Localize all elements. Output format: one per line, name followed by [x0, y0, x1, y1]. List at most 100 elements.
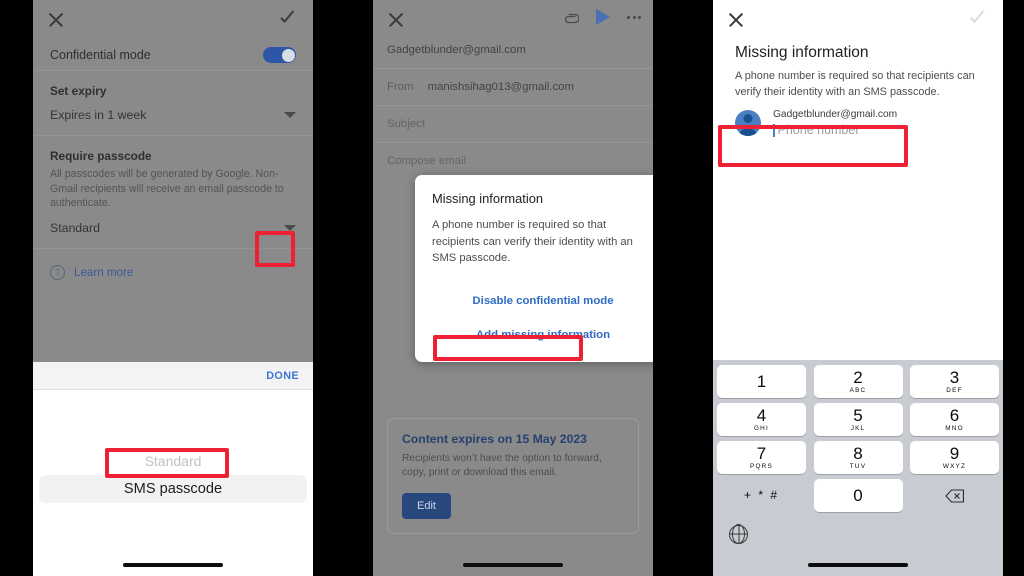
divider [33, 70, 313, 71]
key-2[interactable]: 2 ABC [813, 365, 903, 398]
key-digit: 3 [949, 368, 960, 387]
check-icon[interactable] [279, 11, 299, 27]
missing-information-dialog: Missing information A phone number is re… [415, 175, 653, 362]
keypad-row-1: 1 2 ABC 3 DEF [713, 365, 1003, 398]
key-3[interactable]: 3 DEF [910, 365, 999, 398]
key-letters: TUV [849, 463, 867, 470]
screenshot-stage: Confidential mode Set expiry Expires in … [0, 0, 1024, 576]
picker-option-sms-passcode[interactable]: SMS passcode [39, 475, 307, 503]
key-digit: 6 [949, 406, 960, 425]
passcode-picker-sheet: DONE Standard SMS passcode [33, 362, 313, 576]
from-value: manishsihag013@gmail.com [427, 81, 574, 93]
picker-toolbar: DONE [33, 362, 313, 390]
key-letters: ABC [849, 387, 867, 394]
key-digit: 9 [949, 444, 960, 463]
key-9[interactable]: 9 WXYZ [910, 441, 999, 474]
require-passcode-row[interactable]: Standard [33, 211, 313, 248]
picker-done-button[interactable]: DONE [266, 370, 299, 382]
edit-button[interactable]: Edit [402, 493, 451, 519]
key-5[interactable]: 5 JKL [813, 403, 903, 436]
compose-body-placeholder: Compose email [387, 155, 467, 167]
contact-row[interactable]: Gadgetblunder@gmail.com Phone number [713, 100, 1003, 137]
dialog-actions: Disable confidential mode Add missing in… [432, 289, 653, 347]
compose-body-field[interactable]: Compose email [373, 143, 653, 179]
send-icon[interactable] [596, 9, 610, 25]
close-icon[interactable] [387, 11, 405, 29]
divider [33, 135, 313, 136]
key-8[interactable]: 8 TUV [813, 441, 903, 474]
home-indicator [123, 563, 223, 567]
phone-number-input[interactable]: Phone number [773, 123, 897, 137]
close-icon[interactable] [47, 11, 65, 29]
key-6[interactable]: 6 MNO [910, 403, 999, 436]
contact-details: Gadgetblunder@gmail.com Phone number [773, 109, 897, 137]
confidential-mode-row[interactable]: Confidential mode [33, 40, 313, 70]
key-letters: DEF [946, 387, 963, 394]
key-symbols-label: + * # [743, 488, 780, 502]
require-passcode-description: All passcodes will be generated by Googl… [50, 168, 284, 209]
globe-ellipse [732, 524, 745, 544]
key-backspace[interactable] [910, 479, 999, 512]
overflow-menu-icon[interactable] [627, 15, 641, 19]
help-glyph: ? [55, 267, 60, 277]
set-expiry-row[interactable]: Expires in 1 week [33, 98, 313, 135]
picker-selected-label: SMS passcode [123, 481, 223, 497]
expiry-card-title: Content expires on 15 May 2023 [402, 432, 587, 446]
dialog-title: Missing information [432, 191, 544, 206]
phone-number-placeholder: Phone number [777, 123, 860, 137]
recipient-value: Gadgetblunder@gmail.com [387, 44, 526, 56]
require-passcode-title: Require passcode [50, 149, 152, 163]
globe-language-icon[interactable] [729, 524, 748, 544]
keypad-bottom-row [713, 517, 1003, 551]
page-subtitle: A phone number is required so that recip… [735, 70, 975, 98]
disable-confidential-mode-button[interactable]: Disable confidential mode [432, 289, 653, 313]
key-letters: GHI [754, 425, 769, 432]
dialog-text: A phone number is required so that recip… [432, 219, 633, 264]
learn-more-label: Learn more [74, 265, 134, 279]
require-passcode-value: Standard [50, 220, 100, 235]
chevron-down-icon[interactable] [284, 112, 296, 118]
from-field[interactable]: From manishsihag013@gmail.com [373, 69, 653, 106]
key-digit: 8 [853, 444, 863, 463]
key-7[interactable]: 7 PQRS [717, 441, 806, 474]
picker-option-standard[interactable]: Standard [33, 453, 313, 469]
avatar-head [743, 114, 753, 123]
recipient-field[interactable]: Gadgetblunder@gmail.com [373, 32, 653, 69]
contact-email: Gadgetblunder@gmail.com [773, 109, 898, 120]
numeric-keypad: 1 2 ABC 3 DEF 4 GHI 5 JKL 6 MNO 7 PQRS 8 TUV 9W… [713, 360, 1003, 576]
panel1-topbar [33, 0, 313, 40]
subject-placeholder: Subject [387, 118, 425, 130]
set-expiry-value: Expires in 1 week [50, 108, 147, 122]
key-digit: 7 [756, 444, 767, 463]
chevron-down-icon[interactable] [284, 224, 296, 231]
confidential-mode-toggle[interactable] [263, 47, 296, 63]
close-icon[interactable] [727, 11, 745, 29]
key-symbols[interactable]: + * # [717, 479, 806, 512]
confidential-mode-sheet: Confidential mode Set expiry Expires in … [33, 0, 313, 362]
learn-more-row[interactable]: ? Learn more [33, 249, 313, 296]
person-avatar-icon [735, 110, 761, 136]
key-digit: 4 [756, 406, 767, 425]
check-icon[interactable] [969, 11, 989, 27]
avatar-body [738, 128, 758, 136]
keypad-row-3: 7 PQRS 8 TUV 9 WXYZ [713, 441, 1003, 474]
key-letters: JKL [850, 425, 866, 432]
key-letters: PQRS [750, 463, 773, 470]
phone-panel-phone-entry: Missing information A phone number is re… [713, 0, 1003, 576]
key-letters: WXYZ [942, 463, 967, 470]
subject-field[interactable]: Subject [373, 106, 653, 143]
key-0[interactable]: 0 [813, 479, 903, 512]
key-digit: 5 [853, 406, 863, 425]
key-4[interactable]: 4 GHI [717, 403, 806, 436]
phone-panel-confidential-settings: Confidential mode Set expiry Expires in … [33, 0, 313, 576]
key-1[interactable]: 1 [717, 365, 806, 398]
add-missing-information-button[interactable]: Add missing information [432, 323, 653, 347]
paperclip-icon[interactable] [563, 11, 579, 24]
compose-actions [563, 9, 641, 25]
picker-wheel[interactable]: Standard SMS passcode [33, 390, 313, 576]
from-label: From [387, 81, 414, 93]
text-cursor [773, 123, 775, 137]
key-letters: MNO [945, 425, 964, 432]
missing-information-screen: Missing information A phone number is re… [713, 0, 1003, 360]
keypad-row-2: 4 GHI 5 JKL 6 MNO [713, 403, 1003, 436]
